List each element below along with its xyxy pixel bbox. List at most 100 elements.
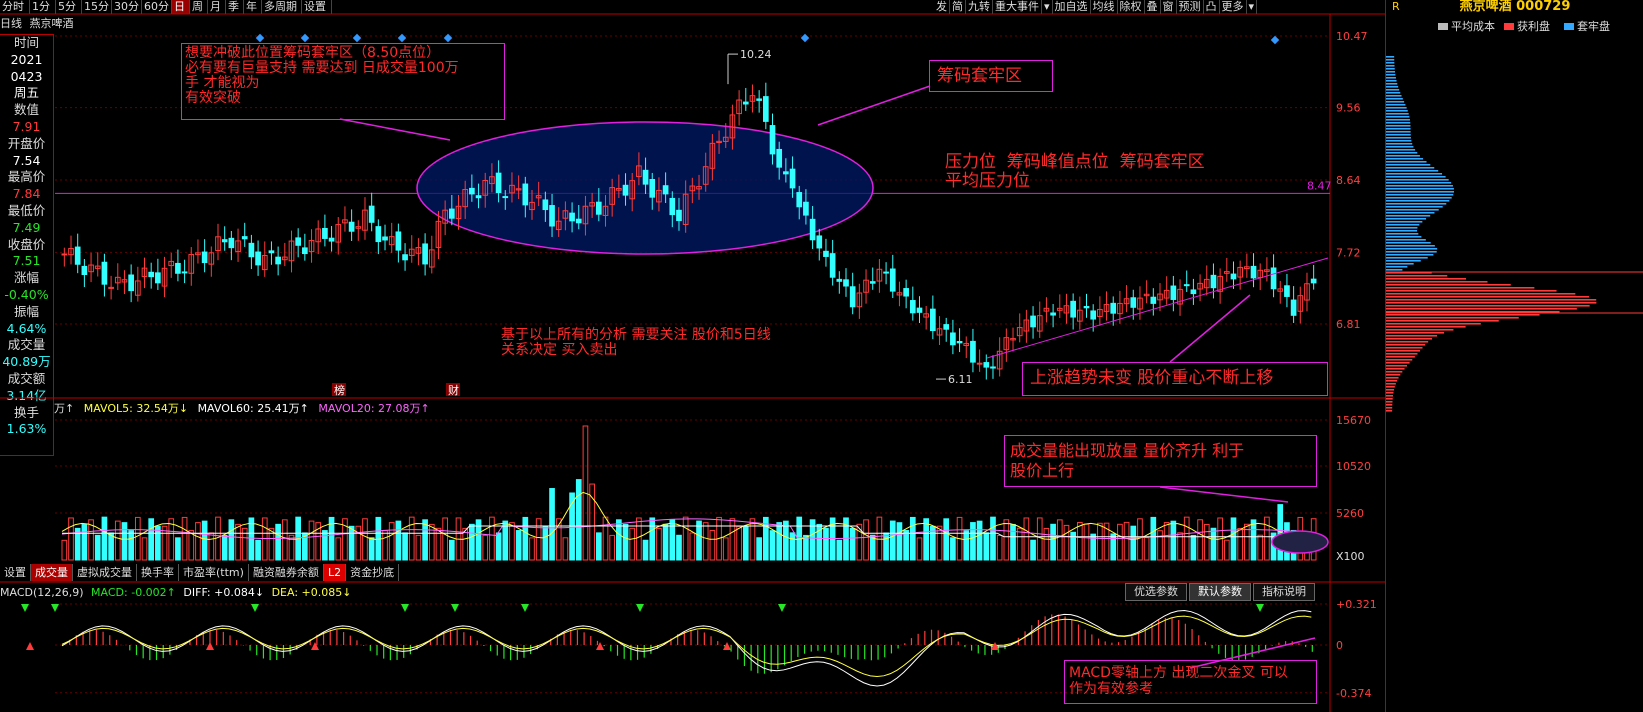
chip-bar-trapped-104 — [1386, 104, 1406, 106]
macd-button-0[interactable]: 优选参数 — [1125, 583, 1187, 601]
volume-bar-61 — [469, 523, 475, 561]
volume-bar-126 — [903, 530, 909, 561]
chip-bar-profit-275 — [1386, 275, 1448, 277]
candle-body-84 — [622, 184, 629, 196]
chip-bar-trapped-89 — [1386, 89, 1400, 91]
chip-bar-trapped-236 — [1386, 236, 1422, 238]
macd-button-1[interactable]: 默认参数 — [1189, 583, 1251, 601]
indicator-tab-1[interactable]: 成交量 — [31, 564, 73, 581]
indicator-tab-2[interactable]: 虚拟成交量 — [73, 564, 137, 581]
indicator-tab-4[interactable]: 市盈率(ttm) — [179, 564, 249, 581]
candle-body-109 — [789, 168, 796, 189]
volume-bar-20 — [195, 522, 201, 561]
chip-bar-trapped-266 — [1386, 266, 1408, 268]
candle-body-110 — [796, 192, 803, 208]
macd-note: MACD零轴上方 出现二次金叉 可以 作为有效参考 — [1069, 665, 1288, 697]
volume-bar-26 — [235, 523, 241, 561]
candle-body-76 — [569, 212, 575, 222]
indicator-tab-3[interactable]: 换手率 — [137, 564, 179, 581]
volume-bar-80 — [595, 532, 602, 561]
volume-bar-32 — [275, 523, 281, 561]
chip-bar-trapped-170 — [1386, 170, 1439, 172]
macd-button-2[interactable]: 指标说明 — [1253, 583, 1315, 601]
chip-bar-trapped-137 — [1386, 137, 1411, 139]
signal-arrow-9 — [26, 642, 34, 650]
volume-bar-88 — [649, 517, 656, 561]
indicator-tab-6[interactable]: L2 — [323, 564, 347, 581]
vol-tick-3: X100 — [1336, 550, 1365, 563]
indicator-tab-7[interactable]: 资金抄底 — [346, 564, 400, 581]
chip-bar-profit-410 — [1386, 410, 1393, 412]
candle-body-118 — [849, 286, 856, 308]
chip-bar-trapped-167 — [1386, 167, 1435, 169]
chip-bar-profit-350 — [1386, 350, 1420, 352]
candle-body-104 — [756, 98, 762, 101]
chip-bar-profit-374 — [1386, 374, 1401, 376]
candle-body-35 — [295, 237, 302, 246]
chip-bar-profit-338 — [1386, 338, 1432, 340]
chip-bar-profit-359 — [1386, 359, 1413, 361]
candle-body-133 — [950, 332, 956, 346]
chip-bar-profit-356 — [1386, 356, 1415, 358]
candle-body-105 — [762, 96, 769, 122]
chip-bar-trapped-98 — [1386, 98, 1403, 100]
volume-bar-5 — [94, 534, 101, 561]
pressure-line-label: 8.47 — [1307, 179, 1332, 192]
volume-bar-114 — [823, 527, 829, 561]
chip-bar-trapped-134 — [1386, 134, 1411, 136]
event-tag-1: 财 — [448, 383, 459, 397]
event-diamond-4 — [443, 33, 453, 43]
chip-bar-trapped-131 — [1386, 131, 1411, 133]
chip-bar-profit-335 — [1386, 335, 1438, 337]
volume-bar-19 — [188, 530, 195, 561]
candle-body-17 — [175, 262, 181, 274]
candle-body-46 — [368, 205, 375, 223]
candle-body-128 — [916, 307, 923, 313]
volume-bar-73 — [549, 488, 555, 561]
volume-bar-84 — [622, 523, 629, 561]
volume-bar-178 — [1250, 519, 1257, 561]
candle-body-123 — [883, 271, 889, 274]
candle-body-92 — [676, 209, 682, 222]
volume-bar-109 — [789, 532, 796, 561]
chip-bar-profit-395 — [1386, 395, 1394, 397]
uptrend-note: 上涨趋势未变 股价重心不断上移 — [1030, 368, 1274, 388]
volume-bar-145 — [1030, 539, 1036, 561]
volume-bar-116 — [836, 539, 843, 561]
chip-bar-profit-347 — [1386, 347, 1423, 349]
volume-bar-66 — [502, 520, 509, 561]
volume-bar-152 — [1076, 521, 1083, 561]
volume-bar-7 — [108, 532, 114, 561]
chip-bar-trapped-110 — [1386, 110, 1408, 112]
volume-bar-160 — [1130, 525, 1137, 561]
volume-bar-87 — [642, 539, 649, 561]
candle-body-72 — [542, 199, 549, 211]
chip-bar-profit-401 — [1386, 401, 1393, 403]
chip-bar-trapped-86 — [1386, 86, 1399, 88]
volume-bar-67 — [509, 522, 515, 561]
volume-bar-21 — [201, 520, 208, 561]
candle-body-175 — [1230, 273, 1237, 280]
chip-bar-trapped-191 — [1386, 191, 1455, 193]
macd-name: MACD(12,26,9) — [0, 586, 84, 599]
volume-bar-142 — [1010, 523, 1016, 561]
signal-arrow-6 — [636, 604, 644, 612]
volume-bar-146 — [1036, 517, 1043, 561]
volume-bar-163 — [1150, 516, 1157, 561]
diff-value: DIFF: +0.084↓ — [183, 586, 265, 599]
indicator-tab-5[interactable]: 融资融券余额 — [249, 564, 324, 581]
candle-body-178 — [1250, 265, 1257, 279]
candle-body-153 — [1083, 306, 1090, 309]
chip-bar-profit-320 — [1386, 320, 1499, 322]
candle-body-168 — [1183, 284, 1190, 287]
indicator-tab-0[interactable]: 设置 — [0, 564, 31, 581]
breakout-note: 想要冲破此位置筹码套牢区（8.50点位） 必有要有巨量支持 需要达到 日成交量1… — [185, 45, 459, 106]
volume-bar-111 — [803, 534, 809, 561]
candle-body-106 — [769, 125, 776, 155]
candle-body-148 — [1050, 312, 1056, 316]
candle-body-134 — [956, 340, 963, 344]
volume-bar-121 — [869, 534, 876, 561]
chip-distribution-panel: R 燕京啤酒 000729 平均成本 获利盘 套牢盘 — [1385, 0, 1643, 712]
chip-bar-trapped-239 — [1386, 239, 1426, 241]
volume-note: 成交量能出现放量 量价齐升 利于 股价上行 — [1010, 441, 1245, 480]
